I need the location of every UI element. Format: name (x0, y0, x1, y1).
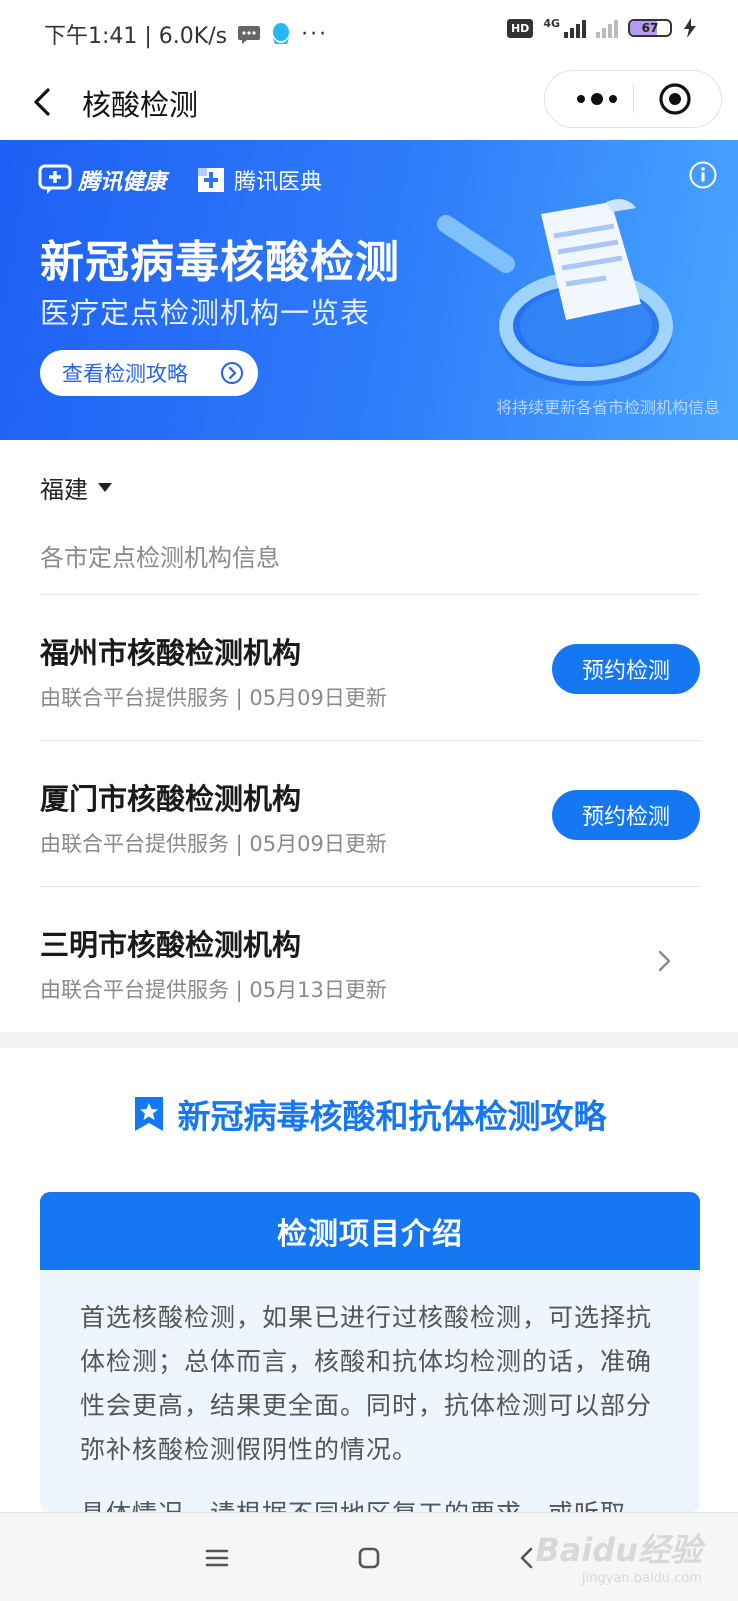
banner-title: 新冠病毒核酸检测 (40, 237, 400, 288)
system-nav-bar: Baidu经验 jingyan.baidu.com (0, 1512, 738, 1601)
intro-card-title: 检测项目介绍 (40, 1192, 700, 1270)
strategy-title: 新冠病毒核酸和抗体检测攻略 (177, 1097, 607, 1136)
list-caption: 各市定点检测机构信息 (40, 544, 280, 572)
institution-meta: 由联合平台提供服务 | 05月13日更新 (40, 978, 387, 1002)
section-gap (0, 1032, 738, 1048)
miniprogram-capsule (544, 70, 722, 128)
chevron-right-icon (658, 950, 671, 972)
tencent-health-icon (38, 164, 72, 194)
institution-meta: 由联合平台提供服务 | 05月09日更新 (40, 832, 387, 856)
institution-item-fuzhou[interactable]: 福州市核酸检测机构 由联合平台提供服务 | 05月09日更新 预约检测 (40, 594, 700, 738)
page-title: 核酸检测 (82, 88, 199, 122)
book-test-button[interactable]: 预约检测 (552, 644, 700, 694)
institution-meta: 由联合平台提供服务 | 05月09日更新 (40, 686, 387, 710)
intro-paragraph: 具体情况，请根据不同地区复工的要求，或听取 (80, 1492, 660, 1512)
nav-bar: 核酸检测 (0, 66, 738, 140)
more-icon[interactable] (567, 71, 627, 127)
caret-down-icon (98, 483, 112, 492)
view-guide-button[interactable]: 查看检测攻略 (40, 350, 258, 396)
province-label: 福建 (40, 476, 88, 504)
magnifier-report-illustration (437, 199, 673, 386)
banner-note: 将持续更新各省市检测机构信息 (495, 398, 720, 417)
tencent-health-logo: 腾讯健康 (38, 164, 166, 196)
logo2-text: 腾讯医典 (234, 170, 323, 195)
status-time-speed: 下午1:41 | 6.0K/s (44, 24, 228, 49)
intro-paragraph: 首选核酸检测，如果已进行过核酸检测，可选择抗体检测；总体而言，核酸和抗体均检测的… (80, 1303, 653, 1464)
tencent-medical-logo: 腾讯医典 (194, 164, 322, 196)
hero-banner: 腾讯健康 腾讯医典 新冠病毒核酸检测 医疗定点检测机构一览表 查看检测攻略 将持… (0, 140, 738, 440)
banner-subtitle: 医疗定点检测机构一览表 (40, 296, 371, 330)
status-left: 下午1:41 | 6.0K/s ··· (44, 18, 328, 50)
battery-level: 67 (641, 21, 659, 35)
qq-icon (273, 23, 290, 44)
close-miniprogram-icon[interactable] (657, 81, 693, 117)
institution-item-xiamen[interactable]: 厦门市核酸检测机构 由联合平台提供服务 | 05月09日更新 预约检测 (40, 740, 700, 884)
institution-name: 三明市核酸检测机构 (40, 928, 302, 962)
charging-icon (684, 18, 696, 38)
status-bar: 下午1:41 | 6.0K/s ··· HD 4G 67 (0, 0, 738, 66)
network-label: 4G (543, 16, 560, 30)
circle-arrow-right-icon (221, 362, 243, 384)
strategy-heading: 新冠病毒核酸和抗体检测攻略 (0, 1090, 738, 1138)
status-right: HD 4G 67 (506, 16, 698, 38)
view-guide-label: 查看检测攻略 (62, 362, 188, 386)
tencent-medical-icon (198, 168, 225, 192)
home-icon[interactable] (352, 1541, 386, 1575)
more-notifications-icon: ··· (301, 21, 329, 47)
info-icon[interactable] (688, 160, 718, 190)
message-icon (238, 26, 261, 44)
province-selector[interactable]: 福建 (40, 470, 112, 505)
watermark-sub: jingyan.baidu.com (582, 1571, 702, 1586)
institution-name: 福州市核酸检测机构 (40, 636, 302, 670)
intro-card-body: 首选核酸检测，如果已进行过核酸检测，可选择抗体检测；总体而言，核酸和抗体均检测的… (40, 1270, 700, 1512)
institution-item-sanming[interactable]: 三明市核酸检测机构 由联合平台提供服务 | 05月13日更新 (40, 886, 700, 1030)
intro-card: 检测项目介绍 首选核酸检测，如果已进行过核酸检测，可选择抗体检测；总体而言，核酸… (40, 1192, 700, 1512)
hd-badge: HD (506, 18, 534, 38)
logo-row: 腾讯健康 腾讯医典 (38, 164, 322, 196)
watermark-main: Baidu经验 (535, 1531, 702, 1569)
battery-icon: 67 (628, 19, 672, 37)
menu-icon[interactable] (200, 1541, 234, 1575)
signal-2-icon (596, 18, 618, 38)
bookmark-star-icon (134, 1097, 163, 1131)
book-test-button[interactable]: 预约检测 (552, 790, 700, 840)
capsule-divider (633, 85, 634, 113)
baidu-watermark: Baidu经验 jingyan.baidu.com (535, 1525, 702, 1586)
signal-icon (564, 18, 586, 38)
back-icon[interactable] (24, 80, 64, 124)
logo1-text: 腾讯健康 (78, 170, 167, 195)
institution-name: 厦门市核酸检测机构 (40, 782, 302, 816)
